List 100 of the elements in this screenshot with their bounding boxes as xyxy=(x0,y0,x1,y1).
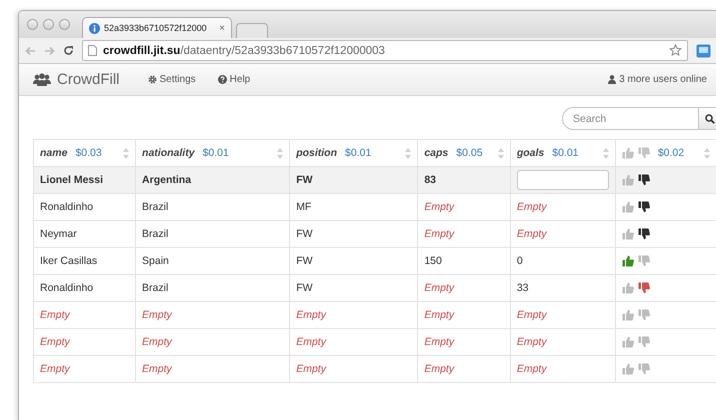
thumbs-up-icon[interactable] xyxy=(622,228,634,240)
table-cell: Empty xyxy=(34,302,136,328)
back-icon[interactable] xyxy=(25,46,36,56)
new-tab-button[interactable] xyxy=(236,23,268,38)
extension-icon[interactable] xyxy=(696,44,711,58)
column-price: $0.01 xyxy=(552,147,579,159)
users-icon xyxy=(33,73,51,86)
table-cell: Empty xyxy=(418,274,510,302)
address-bar[interactable]: crowdfill.jit.su/dataentry/52a3933b6710572f12000003 xyxy=(82,40,688,61)
table-cell: Ronaldinho xyxy=(34,274,136,302)
table-cell: Iker Casillas xyxy=(34,248,136,274)
table-cell: Empty xyxy=(290,302,418,328)
table-cell: Empty xyxy=(136,328,290,356)
table-cell: Lionel Messi xyxy=(34,166,136,194)
thumbs-down-icon[interactable] xyxy=(638,336,650,348)
table-cell: Empty xyxy=(290,356,418,382)
thumbs-down-icon[interactable] xyxy=(638,282,650,294)
forward-icon[interactable] xyxy=(44,46,55,56)
window-minimize-button[interactable] xyxy=(43,19,54,30)
table-cell: Empty xyxy=(136,356,290,382)
search-field[interactable]: Search xyxy=(562,107,699,130)
table-cell: FW xyxy=(290,166,418,194)
thumbs-down-icon[interactable] xyxy=(638,174,650,186)
sort-icon[interactable] xyxy=(498,148,504,158)
help-link[interactable]: Help xyxy=(218,74,250,85)
thumbs-down-icon[interactable] xyxy=(638,255,650,267)
user-icon xyxy=(608,75,616,84)
table-cell: Brazil xyxy=(136,194,290,220)
table-cell: Empty xyxy=(418,220,510,248)
reload-icon[interactable] xyxy=(63,45,74,56)
thumbs-down-icon[interactable] xyxy=(638,363,650,375)
tab-title: 52a3933b6710572f12000 xyxy=(104,23,207,33)
search-icon xyxy=(705,114,715,124)
app-logo[interactable]: CrowdFill xyxy=(57,71,120,88)
thumbs-down-icon[interactable] xyxy=(638,201,650,213)
column-label: caps xyxy=(424,147,448,159)
thumbs-up-icon xyxy=(622,147,634,159)
tab-close-button[interactable]: × xyxy=(219,22,225,34)
star-icon[interactable] xyxy=(669,44,682,57)
table-cell: Spain xyxy=(136,248,290,274)
table-cell: Empty xyxy=(418,356,510,382)
question-icon xyxy=(218,75,227,84)
cell-input-field[interactable] xyxy=(516,170,609,190)
sort-icon[interactable] xyxy=(405,148,412,158)
table-cell: Empty xyxy=(34,328,136,356)
thumbs-up-icon[interactable] xyxy=(622,282,634,294)
window-close-button[interactable] xyxy=(27,19,38,30)
column-header[interactable]: goals $0.01 xyxy=(510,140,616,166)
column-price: $0.02 xyxy=(658,147,684,159)
window-zoom-button[interactable] xyxy=(59,19,70,30)
thumbs-down-icon[interactable] xyxy=(638,228,650,240)
table-cell: 33 xyxy=(510,274,616,302)
table-cell: FW xyxy=(290,220,418,248)
online-users-text: 3 more users online xyxy=(608,74,707,85)
table-cell: Empty xyxy=(510,356,616,382)
table-cell: 83 xyxy=(418,166,510,194)
table-cell: Empty xyxy=(136,302,290,328)
thumbs-up-icon[interactable] xyxy=(622,363,634,375)
table-cell: Empty xyxy=(418,328,510,356)
table-cell: Empty xyxy=(290,328,418,356)
page-icon xyxy=(88,45,97,56)
column-header[interactable]: position $0.01 xyxy=(290,140,418,166)
table-cell: Empty xyxy=(510,302,616,328)
column-label: name xyxy=(40,147,68,159)
search-button[interactable] xyxy=(699,107,716,130)
column-header[interactable]: name $0.03 xyxy=(34,140,136,166)
table-cell: 150 xyxy=(418,248,510,274)
gear-icon xyxy=(148,75,157,84)
sort-icon[interactable] xyxy=(277,148,284,158)
sort-icon[interactable] xyxy=(704,148,710,158)
table-cell: Empty xyxy=(510,328,616,356)
table-cell: Neymar xyxy=(34,220,136,248)
column-label: nationality xyxy=(142,147,195,159)
settings-link[interactable]: Settings xyxy=(148,74,196,85)
column-header[interactable]: caps $0.05 xyxy=(418,140,510,166)
column-price: $0.01 xyxy=(345,147,372,159)
column-price: $0.05 xyxy=(456,147,483,159)
table-cell: Ronaldinho xyxy=(34,194,136,220)
table-cell: Brazil xyxy=(136,274,290,302)
thumbs-up-icon[interactable] xyxy=(622,309,634,321)
table-cell: FW xyxy=(290,274,418,302)
thumbs-up-icon[interactable] xyxy=(622,201,634,213)
info-icon xyxy=(89,22,100,34)
table-cell: Empty xyxy=(510,220,616,248)
column-header[interactable]: nationality $0.01 xyxy=(136,140,290,166)
sort-icon[interactable] xyxy=(602,148,609,158)
table-cell: Brazil xyxy=(136,220,290,248)
table-cell: MF xyxy=(290,194,418,220)
sort-icon[interactable] xyxy=(123,148,130,158)
column-price: $0.03 xyxy=(75,147,102,159)
table-cell: FW xyxy=(290,248,418,274)
thumbs-up-icon[interactable] xyxy=(622,255,634,267)
column-price: $0.01 xyxy=(202,147,229,159)
browser-tab[interactable]: 52a3933b6710572f12000 × xyxy=(82,17,232,38)
column-label: goals xyxy=(516,147,544,159)
thumbs-up-icon[interactable] xyxy=(622,336,634,348)
thumbs-down-icon[interactable] xyxy=(638,309,650,321)
thumbs-up-icon[interactable] xyxy=(622,174,634,186)
table-cell: Empty xyxy=(418,302,510,328)
thumbs-down-icon xyxy=(638,147,650,159)
